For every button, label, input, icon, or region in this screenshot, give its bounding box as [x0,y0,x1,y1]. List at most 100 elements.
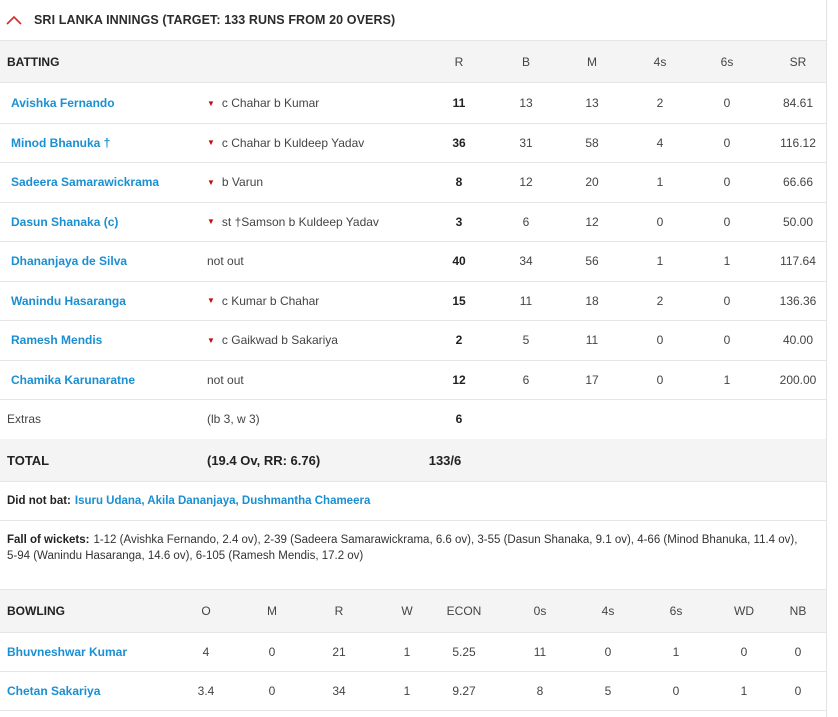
batter-sr: 50.00 [782,214,814,229]
bowling-col-econ: ECON [446,604,482,618]
fall-of-wickets-label: Fall of wickets: [7,534,90,546]
dismissal-text: c Gaikwad b Sakariya [221,333,338,347]
batter-b: 13 [519,96,533,110]
batter-r: 40 [452,254,466,268]
fall-of-wickets-text-2: 5-94 (Wanindu Hasaranga, 14.6 ov), 6-105… [7,550,364,562]
dismissal-text: st †Samson b Kuldeep Yadav [221,214,379,229]
batter-name-link[interactable]: Chamika Karunaratne [11,360,201,399]
batter-4s: 1 [656,175,664,189]
batter-row: Chamika Karunaratne not out 12 6 17 0 1 200.00 [0,360,826,400]
batter-m: 11 [585,333,599,347]
bowling-col-w: W [401,604,413,618]
batter-name-link[interactable]: Minod Bhanuka † [11,123,201,162]
batter-m: 18 [585,293,599,308]
bowler-m: 0 [268,644,276,659]
batter-name-link[interactable]: Ramesh Mendis [11,320,201,360]
batter-name-link[interactable]: Dhananjaya de Silva [11,241,201,281]
batter-b: 12 [519,175,533,189]
dismissal: ▼ c Chahar b Kuldeep Yadav [207,123,427,162]
batter-b: 31 [519,135,533,150]
batter-6s: 0 [723,175,731,189]
dismissal: ▼ c Kumar b Chahar [207,281,427,320]
batter-row: Dhananjaya de Silva not out 40 34 56 1 1 117.64 [0,241,826,282]
bowler-r: 21 [332,644,346,659]
batter-name-link[interactable]: Avishka Fernando [11,83,201,123]
dismissal-caret-icon[interactable]: ▼ [207,296,215,305]
batting-col-4s: 4s [653,54,667,69]
bowling-col-wd: WD [734,604,754,618]
dismissal-text: c Kumar b Chahar [221,293,320,308]
batter-name-link[interactable]: Wanindu Hasaranga [11,281,201,320]
batter-sr: 66.66 [782,175,814,189]
bowler-6s: 1 [672,644,680,659]
batter-name-link[interactable]: Dasun Shanaka (c) [11,202,201,241]
batting-col-m: M [587,54,597,69]
batter-m: 13 [585,96,599,110]
batter-4s: 0 [656,214,664,229]
dismissal-text: c Chahar b Kuldeep Yadav [221,135,365,150]
innings-header[interactable]: SRI LANKA INNINGS (TARGET: 133 RUNS FROM… [0,0,826,41]
bowling-col-6s: 6s [669,604,683,618]
bowler-4s: 5 [604,683,612,698]
fall-of-wickets-text-1: 1-12 (Avishka Fernando, 2.4 ov), 2-39 (S… [93,534,798,546]
batter-4s: 2 [656,293,664,308]
bowler-w: 1 [403,644,411,659]
dismissal-caret-icon[interactable]: ▼ [207,99,215,108]
batter-6s: 0 [723,214,731,229]
extras-value: 6 [455,412,463,426]
batter-6s: 0 [723,135,731,150]
batter-r: 36 [452,135,466,150]
did-not-bat-label: Did not bat: [7,494,71,507]
bowler-4s: 0 [604,644,612,659]
batter-row: Dasun Shanaka (c) ▼ st †Samson b Kuldeep Y… [0,202,826,242]
bowler-wd: 1 [740,683,748,698]
bowling-col-nb: NB [789,604,807,618]
batter-6s: 0 [723,293,731,308]
bowler-0s: 8 [536,683,544,698]
batter-row: Avishka Fernando ▼ c Chahar b Kumar 11 13 13 2… [0,83,826,124]
chevron-up-icon[interactable] [6,14,22,26]
dismissal: ▼ b Varun [207,162,427,202]
batter-sr: 116.12 [780,135,816,150]
batter-sr: 84.61 [782,96,814,110]
bowler-name-link[interactable]: Bhuvneshwar Kumar [7,632,177,671]
total-value: 133/6 [428,452,462,468]
batter-4s: 0 [656,333,664,347]
bowler-row: Bhuvneshwar Kumar 4 0 21 1 5.25 11 0 1 0 0 [0,632,826,672]
extras-detail: (lb 3, w 3) [207,412,260,426]
dismissal-caret-icon[interactable]: ▼ [207,178,215,187]
total-detail: (19.4 Ov, RR: 6.76) [207,452,321,468]
bowler-row: Chetan Sakariya 3.4 0 34 1 9.27 8 5 0 1 0 [0,671,826,711]
batter-row: Sadeera Samarawickrama ▼ b Varun 8 12 20 1 0 66.… [0,162,826,203]
total-label: TOTAL [7,452,50,468]
dismissal-text: c Chahar b Kumar [221,96,320,110]
bowler-wd: 0 [740,644,748,659]
dismissal-text: not out [207,254,244,268]
total-row: TOTAL (19.4 Ov, RR: 6.76) 133/6 [0,439,826,482]
batter-sr: 136.36 [779,293,817,308]
dismissal: not out [207,360,427,399]
bowling-col-4s: 4s [601,604,615,618]
batter-m: 56 [585,254,599,268]
dismissal-caret-icon[interactable]: ▼ [207,217,215,226]
bowler-name-link[interactable]: Chetan Sakariya [7,671,177,710]
batter-r: 3 [455,214,463,229]
dismissal: ▼ st †Samson b Kuldeep Yadav [207,202,427,241]
batter-m: 20 [585,175,599,189]
batter-name-link[interactable]: Sadeera Samarawickrama [11,162,201,202]
bowling-col-o: O [201,604,211,618]
dismissal-caret-icon[interactable]: ▼ [207,138,215,147]
dismissal-caret-icon[interactable]: ▼ [207,336,215,345]
batting-header-row: BATTING R B M 4s 6s SR [0,41,826,83]
bowler-0s: 11 [533,644,547,659]
batter-sr: 40.00 [782,333,814,347]
bowling-header-row: BOWLING O M R W ECON 0s 4s 6s WD NB [0,590,826,633]
batter-sr: 200.00 [779,372,817,387]
batting-col-r: R [454,54,464,69]
did-not-bat-players[interactable]: Isuru Udana, Akila Dananjaya, Dushmantha… [75,495,370,507]
batter-r: 12 [452,372,466,387]
bowler-o: 4 [202,644,210,659]
batter-r: 15 [452,293,466,308]
fall-of-wickets: Fall of wickets: 1-12 (Avishka Fernando, … [0,521,826,590]
batter-b: 5 [522,333,530,347]
